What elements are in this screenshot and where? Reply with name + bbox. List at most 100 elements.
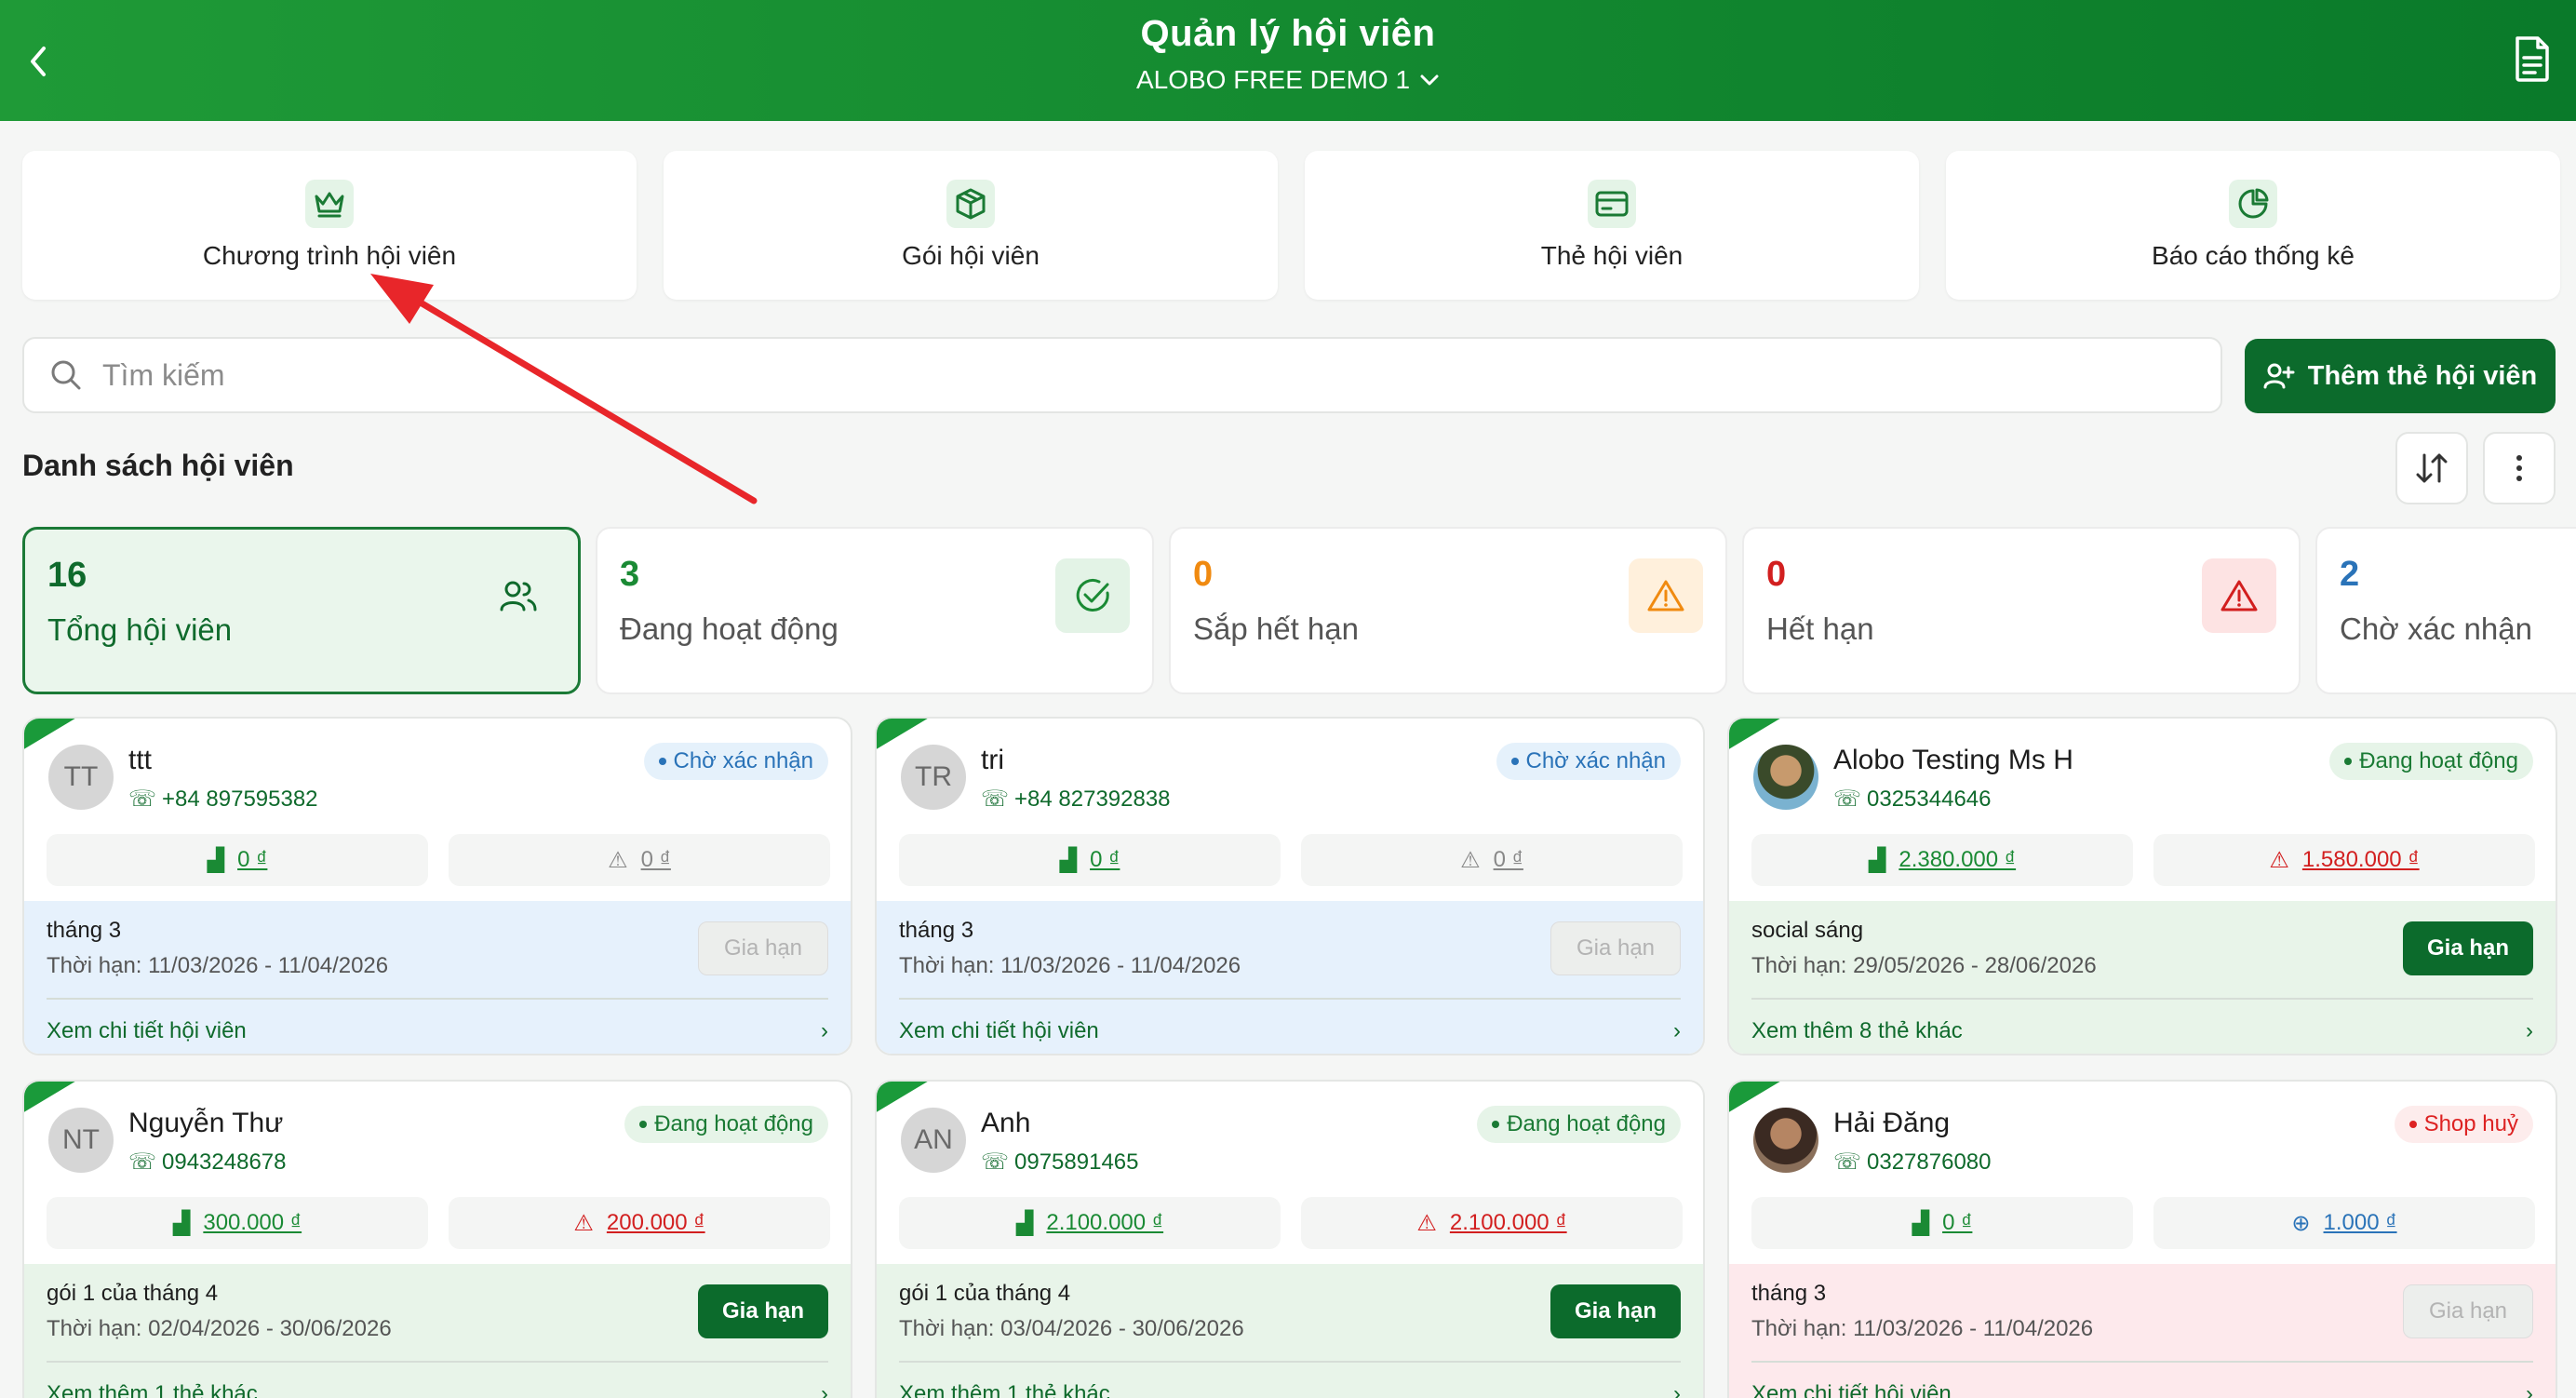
more-vertical-icon <box>2516 455 2522 481</box>
member-card: Alobo Testing Ms H ☏ 0325344646 Đang hoạt… <box>1727 717 2557 1055</box>
crown-icon <box>305 180 354 228</box>
renew-button[interactable]: Gia hạn <box>1550 1284 1681 1338</box>
member-name: Hải Đăng <box>1833 1108 1951 1138</box>
member-phone[interactable]: ☏ +84 897595382 <box>128 786 318 813</box>
divider <box>899 1361 1681 1363</box>
stat-expired[interactable]: 0 Hết hạn <box>1742 527 2301 694</box>
member-phone[interactable]: ☏ 0325344646 <box>1833 786 1992 813</box>
member-phone[interactable]: ☏ 0975891465 <box>981 1149 1139 1176</box>
debt-amount: ⚠ 0 ₫ <box>1301 834 1683 886</box>
search-icon <box>51 360 81 390</box>
stat-total-members[interactable]: 16 Tổng hội viên <box>22 527 581 694</box>
status-badge: Chờ xác nhận <box>1496 743 1681 780</box>
chevron-right-icon: › <box>1673 1018 1681 1043</box>
tile-membership-card[interactable]: Thẻ hội viên <box>1305 151 1919 300</box>
status-badge: Shop huỷ <box>2394 1106 2533 1143</box>
spent-amount: ▟ 2.100.000 ₫ <box>899 1197 1281 1249</box>
renew-button[interactable]: Gia hạn <box>698 921 828 975</box>
renew-button[interactable]: Gia hạn <box>2403 1284 2533 1338</box>
avatar-photo <box>1753 745 1818 810</box>
stat-value: 0 <box>1766 555 1787 594</box>
status-text: Đang hoạt động <box>2359 748 2518 773</box>
status-text: Chờ xác nhận <box>1525 748 1667 773</box>
view-more-cards-link[interactable]: Xem thêm 8 thẻ khác › <box>1751 1013 2533 1050</box>
member-phone[interactable]: ☏ 0943248678 <box>128 1149 287 1176</box>
card-package-section: tháng 3 Thời hạn: 11/03/2026 - 11/04/202… <box>24 901 851 1054</box>
add-member-card-label: Thêm thẻ hội viên <box>2307 360 2538 391</box>
amount-value: 300.000 ₫ <box>203 1210 302 1235</box>
divider <box>47 1361 828 1363</box>
phone-icon: ☏ <box>1833 786 1862 812</box>
stat-expiring-soon[interactable]: 0 Sắp hết hạn <box>1169 527 1727 694</box>
add-member-card-button[interactable]: Thêm thẻ hội viên <box>2245 339 2556 413</box>
amount-value: 2.380.000 ₫ <box>1898 847 2017 872</box>
avatar: AN <box>901 1108 966 1173</box>
member-card: TT ttt ☏ +84 897595382 Chờ xác nhận ▟ 0 ₫ … <box>22 717 852 1055</box>
tile-label: Báo cáo thống kê <box>2152 241 2355 270</box>
phone-number: +84 827392838 <box>1014 786 1171 812</box>
debt-amount: ⚠ 0 ₫ <box>449 834 830 886</box>
view-member-details-link[interactable]: Xem chi tiết hội viên › <box>1751 1376 2533 1398</box>
link-text: Xem thêm 1 thẻ khác <box>47 1381 258 1398</box>
more-options-button[interactable] <box>2483 432 2556 504</box>
amount-value: 0 ₫ <box>1493 847 1523 872</box>
amount-value: 2.100.000 ₫ <box>1449 1210 1567 1235</box>
avatar-photo <box>1753 1108 1818 1173</box>
app-header: Quản lý hội viên ALOBO FREE DEMO 1 <box>0 0 2576 121</box>
tile-statistics-report[interactable]: Báo cáo thống kê <box>1946 151 2560 300</box>
member-phone[interactable]: ☏ 0327876080 <box>1833 1149 1992 1176</box>
member-card: AN Anh ☏ 0975891465 Đang hoạt động ▟ 2.100… <box>875 1080 1705 1398</box>
view-member-details-link[interactable]: Xem chi tiết hội viên › <box>899 1013 1681 1050</box>
chevron-right-icon: › <box>821 1018 828 1043</box>
stat-pending-confirmation[interactable]: 2 Chờ xác nhận <box>2315 527 2576 694</box>
view-more-cards-link[interactable]: Xem thêm 1 thẻ khác › <box>47 1376 828 1398</box>
phone-icon: ☏ <box>981 786 1010 812</box>
card-corner-accent <box>24 1082 78 1113</box>
view-more-cards-link[interactable]: Xem thêm 1 thẻ khác › <box>899 1376 1681 1398</box>
bar-chart-icon: ▟ <box>1015 1210 1034 1236</box>
member-name: Anh <box>981 1108 1031 1138</box>
status-text: Đang hoạt động <box>1507 1111 1666 1136</box>
chevron-right-icon: › <box>1673 1381 1681 1398</box>
view-member-details-link[interactable]: Xem chi tiết hội viên › <box>47 1013 828 1050</box>
venue-selector[interactable]: ALOBO FREE DEMO 1 <box>0 65 2576 95</box>
page-title: Quản lý hội viên <box>1140 13 1436 54</box>
tile-membership-package[interactable]: Gói hội viên <box>664 151 1278 300</box>
report-document-button[interactable] <box>2502 28 2563 89</box>
check-circle-icon <box>1055 558 1130 633</box>
sort-button[interactable] <box>2395 432 2468 504</box>
warning-icon <box>1629 558 1703 633</box>
tile-membership-program[interactable]: Chương trình hội viên <box>22 151 637 300</box>
avatar: TR <box>901 745 966 810</box>
spent-amount: ▟ 0 ₫ <box>1751 1197 2133 1249</box>
package-period: Thời hạn: 11/03/2026 - 11/04/2026 <box>1751 1316 2094 1341</box>
stat-value: 2 <box>2340 555 2360 594</box>
package-period: Thời hạn: 11/03/2026 - 11/04/2026 <box>47 953 389 978</box>
stat-label: Đang hoạt động <box>620 612 839 646</box>
avatar: NT <box>48 1108 114 1173</box>
chevron-right-icon: › <box>2526 1381 2533 1398</box>
avatar: TT <box>48 745 114 810</box>
bar-chart-icon: ▟ <box>1868 847 1886 873</box>
phone-number: +84 897595382 <box>162 786 318 812</box>
debt-amount: ⚠ 1.580.000 ₫ <box>2153 834 2535 886</box>
package-period: Thời hạn: 29/05/2026 - 28/06/2026 <box>1751 953 2097 978</box>
search-input[interactable] <box>102 357 2150 393</box>
bar-chart-icon: ▟ <box>1059 847 1078 873</box>
sort-icon <box>2416 453 2448 483</box>
renew-button[interactable]: Gia hạn <box>2403 921 2533 975</box>
member-name: tri <box>981 745 1004 775</box>
stat-label: Hết hạn <box>1766 612 1874 646</box>
amount-value: 200.000 ₫ <box>606 1210 705 1235</box>
package-period: Thời hạn: 11/03/2026 - 11/04/2026 <box>899 953 1241 978</box>
renew-button[interactable]: Gia hạn <box>698 1284 828 1338</box>
stat-label: Tổng hội viên <box>47 612 233 647</box>
search-bar <box>22 337 2222 413</box>
stat-active[interactable]: 3 Đang hoạt động <box>596 527 1154 694</box>
plus-circle-icon: ⊕ <box>2291 1210 2311 1236</box>
stat-label: Chờ xác nhận <box>2340 612 2532 646</box>
member-phone[interactable]: ☏ +84 827392838 <box>981 786 1171 813</box>
status-badge: Chờ xác nhận <box>643 743 828 780</box>
phone-number: 0975891465 <box>1014 1149 1139 1175</box>
renew-button[interactable]: Gia hạn <box>1550 921 1681 975</box>
